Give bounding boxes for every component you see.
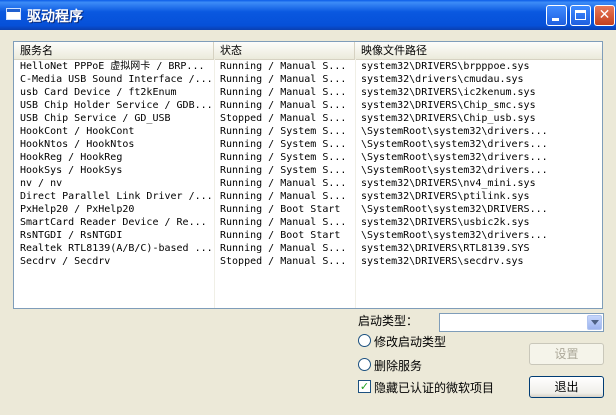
radio-delete-label: 删除服务 [374,359,423,373]
cell-service-name: HookReg / HookReg [20,152,123,163]
radio-icon[interactable] [358,334,371,347]
cell-service-name: Secdrv / Secdrv [20,256,111,267]
cell-service-name: nv / nv [20,178,63,189]
cell-status: Running / Manual S... [220,217,347,228]
cell-image-path: system32\DRIVERS\nv4_mini.sys [361,178,536,189]
chevron-down-icon[interactable] [587,315,602,330]
minimize-button[interactable] [546,5,567,26]
cell-status: Running / Manual S... [220,87,347,98]
window-title: 驱动程序 [27,9,83,25]
cell-service-name: USB Chip Holder Service / GDB... [20,100,212,111]
cell-image-path: \SystemRoot\system32\drivers... [361,126,548,137]
table-row[interactable]: HelloNet PPPoE 虚拟网卡 / BRP... Running / Ma… [14,60,602,73]
cell-image-path: system32\DRIVERS\brpppoe.sys [361,61,530,72]
cell-service-name: Direct Parallel Link Driver /... [20,191,212,202]
cell-status: Running / Manual S... [220,178,347,189]
cell-service-name: HookSys / HookSys [20,165,123,176]
cell-service-name: usb Card Device / ft2kEnum [20,87,177,98]
window-app-icon [6,8,21,20]
cell-image-path: system32\DRIVERS\RTL8139.SYS [361,243,530,254]
cell-status: Running / System S... [220,152,347,163]
table-row[interactable]: nv / nv Running / Manual S... system32\DRI… [14,177,602,190]
cell-service-name: SmartCard Reader Device / Re... [20,217,207,228]
cell-status: Running / System S... [220,126,347,137]
table-row[interactable]: usb Card Device / ft2kEnum Running / Manu… [14,86,602,99]
cell-image-path: system32\DRIVERS\Chip_usb.sys [361,113,536,124]
cell-service-name: USB Chip Service / GD_USB [20,113,171,124]
cell-image-path: system32\DRIVERS\Chip_smc.sys [361,100,536,111]
checkmark-icon[interactable]: ✓ [358,380,371,393]
maximize-button[interactable] [570,5,591,26]
cell-service-name: HookCont / HookCont [20,126,135,137]
column-header-service-name[interactable]: 服务名 [14,42,214,59]
table-row[interactable]: HookSys / HookSys Running / System S... \S… [14,164,602,177]
cell-status: Running / System S... [220,165,347,176]
cell-status: Stopped / Manual S... [220,113,347,124]
cell-status: Running / Manual S... [220,243,347,254]
table-row[interactable]: RsNTGDI / RsNTGDI Running / Boot Start \Sy… [14,229,602,242]
cell-status: Running / Boot Start [220,204,341,215]
list-header: 服务名 状态 映像文件路径 [14,42,602,60]
radio-modify-label: 修改启动类型 [374,335,447,349]
cell-service-name: HelloNet PPPoE 虚拟网卡 / BRP... [20,61,205,72]
table-row[interactable]: USB Chip Holder Service / GDB... Running … [14,99,602,112]
cell-service-name: RsNTGDI / RsNTGDI [20,230,123,241]
table-row[interactable]: HookNtos / HookNtos Running / System S...… [14,138,602,151]
table-row[interactable]: Secdrv / Secdrv Stopped / Manual S... syst… [14,255,602,268]
hide-microsoft-items-label: 隐藏已认证的微软项目 [374,381,495,395]
cell-image-path: \SystemRoot\system32\DRIVERS... [361,204,548,215]
list-rows: HelloNet PPPoE 虚拟网卡 / BRP... Running / Ma… [14,60,602,268]
cell-status: Stopped / Manual S... [220,256,347,267]
table-row[interactable]: Direct Parallel Link Driver /... Running … [14,190,602,203]
close-icon: ✕ [598,7,611,23]
table-row[interactable]: HookCont / HookCont Running / System S...… [14,125,602,138]
start-type-label: 启动类型： [358,314,419,328]
exit-button[interactable]: 退出 [529,376,604,398]
cell-service-name: Realtek RTL8139(A/B/C)-based ... [20,243,212,254]
column-header-status[interactable]: 状态 [214,42,355,59]
title-bar[interactable]: 驱动程序 ✕ [0,0,616,30]
driver-list[interactable]: 服务名 状态 映像文件路径 HelloNet PPPoE 虚拟网卡 / BRP.… [13,41,603,309]
cell-service-name: HookNtos / HookNtos [20,139,135,150]
cell-image-path: system32\DRIVERS\ptilink.sys [361,191,530,202]
cell-status: Running / Boot Start [220,230,341,241]
cell-image-path: system32\DRIVERS\secdrv.sys [361,256,524,267]
cell-service-name: C-Media USB Sound Interface /... [20,74,212,85]
cell-image-path: \SystemRoot\system32\drivers... [361,139,548,150]
cell-status: Running / System S... [220,139,347,150]
setup-button[interactable]: 设置 [529,343,604,365]
table-row[interactable]: PxHelp20 / PxHelp20 Running / Boot Start \… [14,203,602,216]
cell-image-path: system32\DRIVERS\ic2kenum.sys [361,87,536,98]
cell-service-name: PxHelp20 / PxHelp20 [20,204,135,215]
cell-status: Running / Manual S... [220,61,347,72]
cell-image-path: system32\drivers\cmudau.sys [361,74,524,85]
table-row[interactable]: SmartCard Reader Device / Re... Running /… [14,216,602,229]
table-row[interactable]: HookReg / HookReg Running / System S... \S… [14,151,602,164]
close-button[interactable]: ✕ [594,5,615,26]
cell-image-path: \SystemRoot\system32\drivers... [361,152,548,163]
cell-status: Running / Manual S... [220,100,347,111]
column-header-image-path[interactable]: 映像文件路径 [355,42,602,59]
cell-image-path: \SystemRoot\system32\drivers... [361,230,548,241]
radio-icon[interactable] [358,358,371,371]
table-row[interactable]: Realtek RTL8139(A/B/C)-based ... Running … [14,242,602,255]
cell-image-path: system32\DRIVERS\usbic2k.sys [361,217,530,228]
cell-image-path: \SystemRoot\system32\drivers... [361,165,548,176]
table-row[interactable]: C-Media USB Sound Interface /... Running … [14,73,602,86]
cell-status: Running / Manual S... [220,74,347,85]
cell-status: Running / Manual S... [220,191,347,202]
table-row[interactable]: USB Chip Service / GD_USB Stopped / Manua… [14,112,602,125]
start-type-select[interactable] [439,313,604,332]
